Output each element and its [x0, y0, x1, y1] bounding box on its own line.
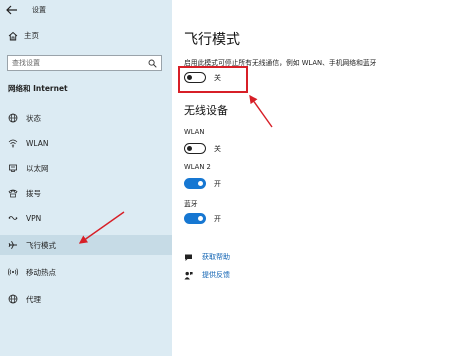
page-title: 飞行模式 — [184, 32, 240, 48]
sidebar-item-label: 飞行模式 — [26, 240, 56, 250]
settings-window: 设置 主页 查找设置 网络和 Internet 状态 WLAN 以太网 拨号 V… — [0, 0, 475, 356]
sidebar-item-label: 代理 — [26, 294, 41, 304]
toggle-state-label: 关 — [214, 144, 221, 153]
sidebar: 设置 主页 查找设置 网络和 Internet 状态 WLAN 以太网 拨号 V… — [0, 0, 172, 356]
search-placeholder: 查找设置 — [12, 59, 40, 67]
annotation-highlight-box — [178, 66, 248, 93]
sidebar-item-label: 移动热点 — [26, 267, 56, 277]
sidebar-item-label: 状态 — [26, 113, 41, 123]
sidebar-item-dialup[interactable]: 拨号 — [0, 183, 172, 203]
titlebar: 设置 — [6, 4, 46, 16]
get-help-link-row[interactable]: 获取帮助 — [184, 252, 230, 262]
get-help-link[interactable]: 获取帮助 — [202, 252, 230, 262]
airplane-icon — [8, 240, 17, 250]
home-label: 主页 — [24, 31, 39, 40]
wifi-icon — [8, 139, 18, 148]
feedback-link-row[interactable]: 提供反馈 — [184, 270, 230, 280]
sidebar-item-mobile-hotspot[interactable]: 移动热点 — [0, 262, 172, 282]
toggle-state-label: 开 — [214, 214, 221, 223]
feedback-link[interactable]: 提供反馈 — [202, 270, 230, 280]
help-chat-icon — [185, 254, 192, 261]
toggle-state-label: 开 — [214, 179, 221, 188]
search-icon[interactable] — [148, 59, 157, 68]
sidebar-item-label: 以太网 — [26, 163, 49, 173]
wlan2-toggle[interactable] — [184, 178, 206, 189]
sidebar-item-label: 拨号 — [26, 188, 41, 198]
section-network-internet: 网络和 Internet — [8, 84, 68, 93]
sidebar-item-vpn[interactable]: VPN — [0, 208, 172, 228]
app-title: 设置 — [32, 6, 46, 14]
main-panel: 飞行模式 启用此模式可停止所有无线通信，例如 WLAN、手机网络和蓝牙 关 无线… — [172, 0, 475, 356]
feedback-icon — [184, 271, 193, 279]
bluetooth-toggle[interactable] — [184, 213, 206, 224]
back-arrow-icon[interactable] — [6, 5, 18, 15]
sidebar-item-status[interactable]: 状态 — [0, 108, 172, 128]
ethernet-icon — [9, 164, 17, 172]
wlan-toggle-row: 关 — [184, 143, 221, 154]
globe-icon — [8, 113, 18, 123]
wlan-toggle[interactable] — [184, 143, 206, 154]
sidebar-item-proxy[interactable]: 代理 — [0, 289, 172, 309]
device-label-wlan: WLAN — [184, 128, 205, 136]
device-label-wlan2: WLAN 2 — [184, 163, 211, 171]
sidebar-item-wlan[interactable]: WLAN — [0, 133, 172, 153]
sidebar-item-label: WLAN — [26, 138, 49, 148]
sidebar-item-ethernet[interactable]: 以太网 — [0, 158, 172, 178]
dialup-icon — [8, 189, 18, 198]
home-icon — [8, 31, 18, 40]
sidebar-item-airplane-mode[interactable]: 飞行模式 — [0, 235, 172, 255]
bluetooth-toggle-row: 开 — [184, 213, 221, 224]
hotspot-icon — [8, 268, 18, 276]
wlan2-toggle-row: 开 — [184, 178, 221, 189]
globe-icon — [8, 294, 18, 304]
search-input[interactable]: 查找设置 — [7, 55, 162, 71]
device-label-bluetooth: 蓝牙 — [184, 200, 198, 208]
wireless-devices-heading: 无线设备 — [184, 104, 228, 117]
vpn-icon — [8, 216, 18, 220]
sidebar-item-label: VPN — [26, 213, 42, 223]
home-nav-item[interactable]: 主页 — [8, 30, 39, 41]
